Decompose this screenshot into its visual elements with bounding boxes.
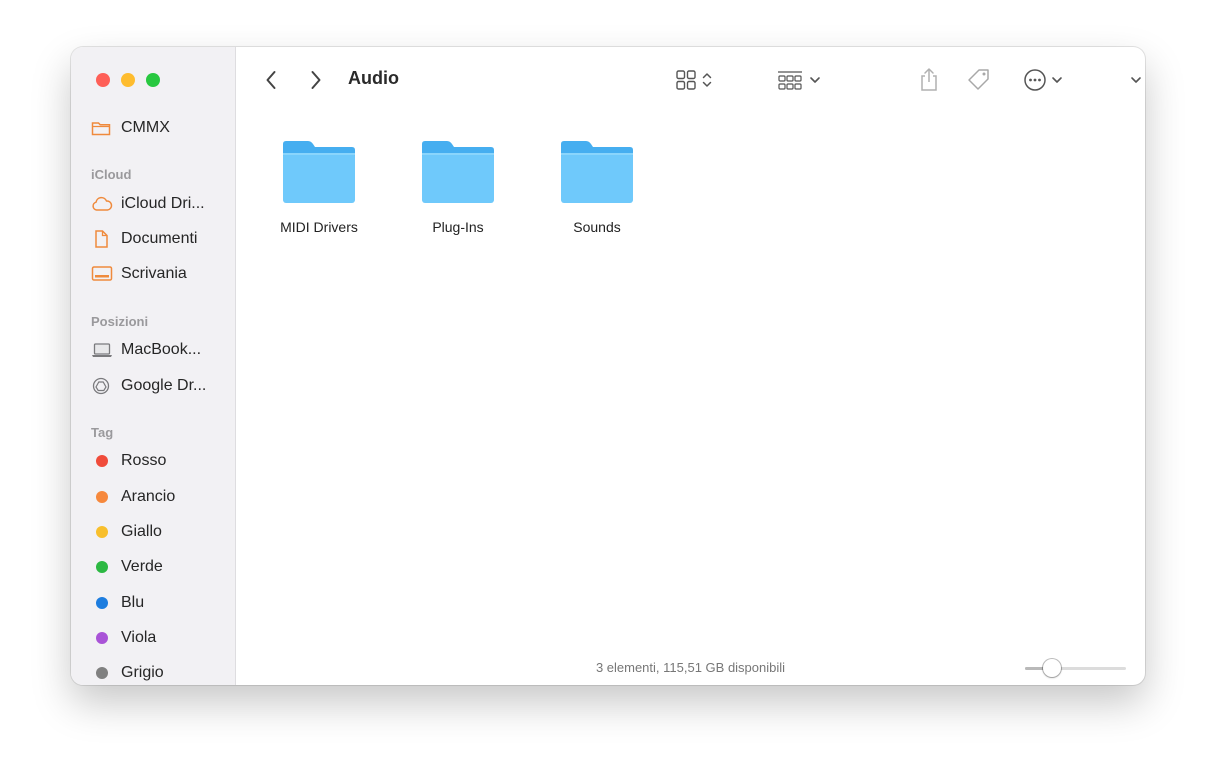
finder-window: CMMX iCloud iCloud Dri... Documenti Scri… xyxy=(71,47,1145,685)
slider-knob[interactable] xyxy=(1043,659,1062,677)
toolbar-overflow-button[interactable] xyxy=(1125,69,1145,91)
tag-color-dot xyxy=(96,632,108,644)
group-grid-icon xyxy=(778,71,802,90)
sidebar-tag-arancio[interactable]: Arancio xyxy=(91,485,175,509)
sidebar-item-label: Arancio xyxy=(121,488,176,505)
tag-color-dot xyxy=(96,597,108,609)
back-button[interactable] xyxy=(260,69,282,91)
sidebar-item-label: Giallo xyxy=(121,523,162,540)
laptop-icon xyxy=(91,340,113,360)
folder-icon xyxy=(422,141,494,203)
sidebar-section-header-tag: Tag xyxy=(91,425,114,440)
tag-color-dot xyxy=(96,526,108,538)
folder-name: Plug-Ins xyxy=(432,219,484,235)
more-actions-button[interactable] xyxy=(1019,67,1067,93)
sidebar-item-label: Scrivania xyxy=(121,265,187,282)
folder-item[interactable]: Plug-Ins xyxy=(403,139,513,235)
forward-button[interactable] xyxy=(305,69,327,91)
view-mode-button[interactable] xyxy=(670,67,718,93)
chevron-down-icon xyxy=(1131,77,1141,83)
sidebar-item-macbook[interactable]: MacBook... xyxy=(91,338,201,362)
sidebar-item-label: Verde xyxy=(121,558,163,575)
sidebar-item-google-drive[interactable]: Google Dr... xyxy=(91,374,206,398)
google-drive-icon xyxy=(91,376,113,396)
sidebar-item-label: MacBook... xyxy=(121,341,202,358)
sidebar-item-label: Documenti xyxy=(121,230,198,247)
tag-color-dot xyxy=(96,667,108,679)
close-window-button[interactable] xyxy=(96,73,110,87)
sidebar-item-cmmx[interactable]: CMMX xyxy=(91,116,170,140)
chevron-right-icon xyxy=(311,71,321,89)
sidebar-tag-rosso[interactable]: Rosso xyxy=(91,449,166,473)
sidebar-item-icloud-drive[interactable]: iCloud Dri... xyxy=(91,192,205,216)
sidebar-item-label: iCloud Dri... xyxy=(121,195,205,212)
sidebar-section-header-posizioni: Posizioni xyxy=(91,314,149,329)
sidebar-item-label: Rosso xyxy=(121,452,167,469)
sidebar-item-label: Google Dr... xyxy=(121,377,207,394)
folder-icon xyxy=(561,141,633,203)
folder-icon xyxy=(91,118,113,138)
share-button[interactable] xyxy=(917,66,941,94)
window-title: Audio xyxy=(348,68,399,88)
sidebar-tag-blu[interactable]: Blu xyxy=(91,591,144,615)
status-bar-text: 3 elementi, 115,51 GB disponibili xyxy=(595,660,786,675)
chevron-down-icon xyxy=(1052,77,1062,83)
sidebar-tag-grigio[interactable]: Grigio xyxy=(91,661,164,685)
sidebar-item-scrivania[interactable]: Scrivania xyxy=(91,262,187,286)
cloud-icon xyxy=(91,194,113,214)
fullscreen-window-button[interactable] xyxy=(146,73,160,87)
desktop-icon xyxy=(91,264,113,284)
sidebar-item-label: CMMX xyxy=(121,119,170,136)
icon-view-grid-icon xyxy=(676,70,696,90)
sidebar-item-label: Viola xyxy=(121,629,157,646)
tag-icon xyxy=(968,69,989,90)
sidebar-item-label: Blu xyxy=(121,594,145,611)
chevron-up-down-icon xyxy=(702,73,712,87)
sidebar-tag-viola[interactable]: Viola xyxy=(91,626,156,650)
tag-button[interactable] xyxy=(965,67,993,93)
folder-item[interactable]: Sounds xyxy=(542,139,652,235)
icon-size-slider[interactable] xyxy=(1025,659,1126,677)
folder-name: Sounds xyxy=(573,219,621,235)
document-icon xyxy=(91,229,113,249)
chevron-left-icon xyxy=(266,71,276,89)
group-by-button[interactable] xyxy=(774,67,824,93)
ellipsis-circle-icon xyxy=(1024,69,1046,91)
sidebar: CMMX iCloud iCloud Dri... Documenti Scri… xyxy=(71,47,236,685)
sidebar-tag-verde[interactable]: Verde xyxy=(91,555,163,579)
chevron-down-icon xyxy=(810,77,820,83)
folder-icon xyxy=(283,141,355,203)
sidebar-item-label: Grigio xyxy=(121,664,164,681)
tag-color-dot xyxy=(96,455,108,467)
minimize-window-button[interactable] xyxy=(121,73,135,87)
content-area: Audio MIDI Drivers Plug-Ins Sounds 3 ele… xyxy=(236,47,1145,685)
sidebar-item-documenti[interactable]: Documenti xyxy=(91,227,197,251)
folder-name: MIDI Drivers xyxy=(280,219,358,235)
sidebar-section-header-icloud: iCloud xyxy=(91,167,132,182)
tag-color-dot xyxy=(96,561,108,573)
share-icon xyxy=(921,68,937,91)
sidebar-tag-giallo[interactable]: Giallo xyxy=(91,520,162,544)
folder-item[interactable]: MIDI Drivers xyxy=(264,139,374,235)
tag-color-dot xyxy=(96,491,108,503)
